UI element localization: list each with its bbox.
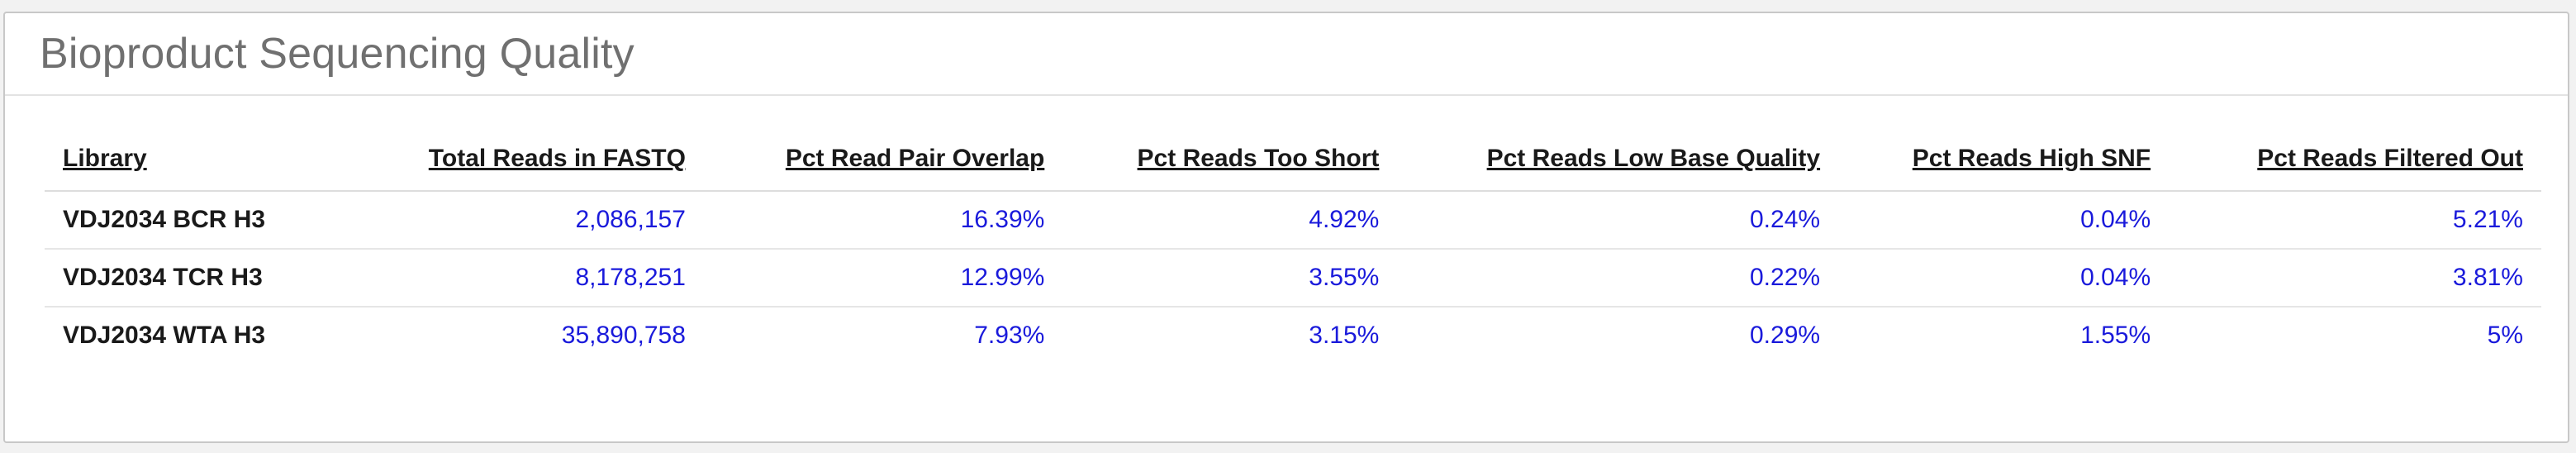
- sequencing-quality-panel: Bioproduct Sequencing Quality Library To…: [3, 12, 2569, 443]
- column-header-reads-too-short[interactable]: Pct Reads Too Short: [1062, 144, 1398, 192]
- column-header-total-reads[interactable]: Total Reads in FASTQ: [283, 144, 704, 192]
- table-row: VDJ2034 TCR H3 8,178,251 12.99% 3.55% 0.…: [45, 249, 2541, 308]
- table-header-row: Library Total Reads in FASTQ Pct Read Pa…: [45, 144, 2541, 192]
- read-pair-overlap-cell: 16.39%: [703, 191, 1063, 250]
- high-snf-cell: 1.55%: [2080, 322, 2151, 349]
- total-reads-cell: 2,086,157: [283, 191, 704, 250]
- reads-too-short-cell: 3.15%: [1309, 322, 1380, 349]
- table-row: VDJ2034 WTA H3 35,890,758 7.93% 3.15% 0.…: [45, 307, 2541, 364]
- low-base-quality-cell: 0.29%: [1750, 322, 1821, 349]
- library-name-cell: VDJ2034 WTA H3: [63, 322, 266, 349]
- low-base-quality-cell: 0.24%: [1397, 191, 1839, 250]
- panel-header: Bioproduct Sequencing Quality: [5, 13, 2568, 96]
- total-reads-cell: 35,890,758: [561, 322, 686, 349]
- total-reads-cell: 8,178,251: [283, 249, 704, 308]
- panel-title: Bioproduct Sequencing Quality: [40, 30, 634, 78]
- reads-too-short-cell: 3.55%: [1062, 249, 1398, 308]
- reads-too-short-cell: 4.92%: [1062, 191, 1398, 250]
- library-name-cell: VDJ2034 TCR H3: [45, 249, 284, 308]
- filtered-out-cell: 5%: [2487, 322, 2523, 349]
- low-base-quality-cell: 0.22%: [1397, 249, 1839, 308]
- library-name-cell: VDJ2034 BCR H3: [45, 191, 284, 250]
- column-header-read-pair-overlap[interactable]: Pct Read Pair Overlap: [703, 144, 1063, 192]
- column-header-filtered-out[interactable]: Pct Reads Filtered Out: [2169, 144, 2541, 192]
- filtered-out-cell: 3.81%: [2169, 249, 2541, 308]
- quality-table: Library Total Reads in FASTQ Pct Read Pa…: [45, 144, 2541, 364]
- column-header-low-base-quality[interactable]: Pct Reads Low Base Quality: [1397, 144, 1839, 192]
- column-header-library[interactable]: Library: [45, 144, 284, 192]
- filtered-out-cell: 5.21%: [2169, 191, 2541, 250]
- table-row: VDJ2034 BCR H3 2,086,157 16.39% 4.92% 0.…: [45, 191, 2541, 250]
- read-pair-overlap-cell: 12.99%: [703, 249, 1063, 308]
- column-header-high-snf[interactable]: Pct Reads High SNF: [1838, 144, 2170, 192]
- quality-table-container: Library Total Reads in FASTQ Pct Read Pa…: [45, 144, 2541, 364]
- high-snf-cell: 0.04%: [1838, 191, 2170, 250]
- high-snf-cell: 0.04%: [1838, 249, 2170, 308]
- read-pair-overlap-cell: 7.93%: [974, 322, 1045, 349]
